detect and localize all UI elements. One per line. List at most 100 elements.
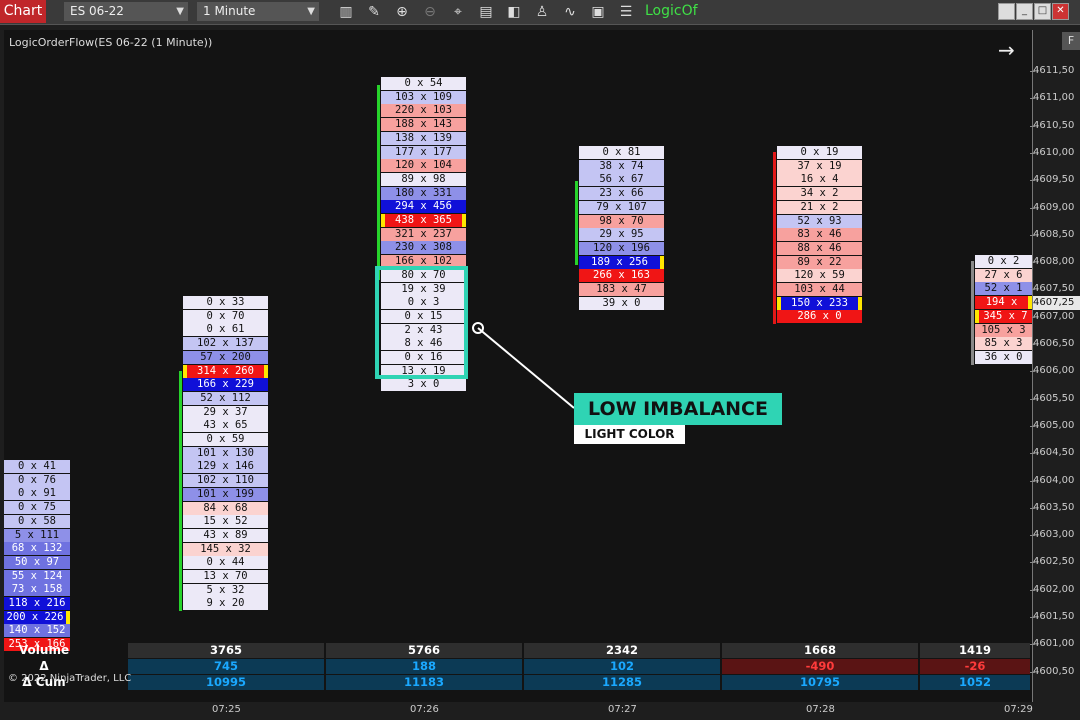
chevron-down-icon: ▼ bbox=[307, 6, 315, 17]
footprint-cell: 43 x 65 bbox=[183, 419, 268, 433]
footprint-cell: 183 x 47 bbox=[579, 283, 664, 296]
minimize-icon[interactable]: _ bbox=[1016, 3, 1033, 20]
footprint-cell: 145 x 32 bbox=[183, 542, 268, 556]
copyright: © 2022 NinjaTrader, LLC bbox=[8, 673, 132, 684]
footprint-cell: 9 x 20 bbox=[183, 597, 268, 611]
footprint-cell: 73 x 158 bbox=[4, 583, 70, 597]
footprint-cell: 43 x 89 bbox=[183, 528, 268, 542]
bars-icon[interactable]: ▥ bbox=[332, 0, 360, 24]
footprint-cell: 16 x 4 bbox=[777, 173, 862, 187]
footprint-cell: 220 x 103 bbox=[381, 104, 466, 118]
callout-subtitle: LIGHT COLOR bbox=[574, 425, 685, 444]
delta-cell: 102 bbox=[524, 659, 720, 674]
footprint-cell: 101 x 199 bbox=[183, 487, 268, 501]
footprint-cell: 5 x 32 bbox=[183, 583, 268, 597]
price-tick: 4609,50 bbox=[1029, 174, 1075, 186]
zoom-out-icon[interactable]: ⊖ bbox=[416, 0, 444, 24]
footprint-cell: 101 x 130 bbox=[183, 446, 268, 460]
footprint-cell: 286 x 0 bbox=[777, 310, 862, 324]
price-tick: 4606,00 bbox=[1029, 365, 1075, 377]
footprint-cell: 56 x 67 bbox=[579, 173, 664, 187]
chart-trader-icon[interactable]: ▣ bbox=[584, 0, 612, 24]
footprint-cell: 194 x bbox=[975, 296, 1032, 310]
footprint-cell: 21 x 2 bbox=[777, 200, 862, 214]
price-tick: 4602,50 bbox=[1029, 556, 1075, 568]
instrument-selector[interactable]: ES 06-22 ▼ bbox=[64, 2, 188, 21]
footprint-cell: 102 x 137 bbox=[183, 337, 268, 351]
footprint-cell: 15 x 52 bbox=[183, 515, 268, 529]
zoom-in-icon[interactable]: ⊕ bbox=[388, 0, 416, 24]
footprint-cell: 314 x 260 bbox=[183, 364, 268, 378]
brand-label: LogicOf bbox=[645, 3, 698, 19]
volume-cell: 1668 bbox=[722, 643, 918, 658]
delta-bar bbox=[377, 85, 380, 281]
properties-icon[interactable]: ▤ bbox=[472, 0, 500, 24]
footprint-cell: 200 x 226 bbox=[4, 610, 70, 624]
instrument-label: ES 06-22 bbox=[70, 4, 124, 18]
delta_cum-cell: 11285 bbox=[524, 675, 720, 690]
footprint-cell: 3 x 0 bbox=[381, 378, 466, 392]
price-tick: 4608,00 bbox=[1029, 256, 1075, 268]
price-tick: 4607,00 bbox=[1029, 310, 1075, 322]
price-tick: 4610,00 bbox=[1029, 146, 1075, 158]
footprint-cell: 85 x 3 bbox=[975, 337, 1032, 351]
delta-cell: 188 bbox=[326, 659, 522, 674]
time-label: 07:25 bbox=[212, 704, 241, 715]
delta_cum-cell: 10995 bbox=[128, 675, 324, 690]
footprint-cell: 189 x 256 bbox=[579, 255, 664, 269]
footprint-cell: 230 x 308 bbox=[381, 241, 466, 255]
crosshair-icon[interactable]: ⌖ bbox=[444, 0, 472, 24]
footprint-cell: 0 x 54 bbox=[381, 77, 466, 90]
footprint-cell: 0 x 41 bbox=[4, 460, 70, 473]
delta_cum-cell: 1052 bbox=[920, 675, 1030, 690]
footprint-cell: 0 x 19 bbox=[777, 146, 862, 159]
time-label: 07:27 bbox=[608, 704, 637, 715]
data-box-icon[interactable]: ☰ bbox=[612, 0, 640, 24]
footprint-cell: 52 x 112 bbox=[183, 391, 268, 405]
footprint-cell: 89 x 98 bbox=[381, 172, 466, 186]
price-tick: 4610,50 bbox=[1029, 119, 1075, 131]
delta-bar bbox=[575, 181, 578, 266]
footprint-cell: 37 x 19 bbox=[777, 159, 862, 173]
window-menu-icon[interactable] bbox=[998, 3, 1015, 20]
footprint-cell: 129 x 146 bbox=[183, 460, 268, 474]
footprint-cell: 29 x 95 bbox=[579, 228, 664, 242]
arrow-right-icon[interactable]: → bbox=[998, 38, 1015, 62]
delta-bar bbox=[179, 371, 182, 612]
footprint-cell: 38 x 74 bbox=[579, 159, 664, 173]
footprint-cell: 89 x 22 bbox=[777, 255, 862, 269]
price-tick: 4604,50 bbox=[1029, 447, 1075, 459]
price-tick: 4605,00 bbox=[1029, 419, 1075, 431]
footprint-cell: 36 x 0 bbox=[975, 350, 1032, 364]
time-label: 07:26 bbox=[410, 704, 439, 715]
price-tick: 4611,00 bbox=[1029, 92, 1075, 104]
footprint-cell: 321 x 237 bbox=[381, 227, 466, 241]
footprint-cell: 13 x 70 bbox=[183, 570, 268, 583]
strategies-icon[interactable]: ♙ bbox=[528, 0, 556, 24]
price-tick: 4603,00 bbox=[1029, 529, 1075, 541]
footprint-cell: 294 x 456 bbox=[381, 200, 466, 214]
footprint-cell: 188 x 143 bbox=[381, 118, 466, 132]
chart-panel[interactable] bbox=[4, 30, 1032, 702]
footprint-cell: 120 x 196 bbox=[579, 241, 664, 255]
footprint-cell: 166 x 229 bbox=[183, 378, 268, 392]
f-button[interactable]: F bbox=[1062, 32, 1080, 50]
timeframe-selector[interactable]: 1 Minute ▼ bbox=[197, 2, 319, 21]
price-tick: 4601,00 bbox=[1029, 638, 1075, 650]
current-price-tag: 4607,25 bbox=[1033, 296, 1080, 310]
close-icon[interactable]: ✕ bbox=[1052, 3, 1069, 20]
templates-icon[interactable]: ◧ bbox=[500, 0, 528, 24]
indicators-icon[interactable]: ∿ bbox=[556, 0, 584, 24]
maximize-icon[interactable]: □ bbox=[1034, 3, 1051, 20]
footprint-cell: 88 x 46 bbox=[777, 241, 862, 255]
volume-cell: 3765 bbox=[128, 643, 324, 658]
chart-tab[interactable]: Chart bbox=[0, 0, 46, 23]
price-tick: 4604,00 bbox=[1029, 474, 1075, 486]
footprint-cell: 0 x 75 bbox=[4, 501, 70, 515]
footprint-cell: 5 x 111 bbox=[4, 528, 70, 542]
footprint-cell: 0 x 61 bbox=[183, 323, 268, 337]
footprint-cell: 266 x 163 bbox=[579, 269, 664, 283]
price-tick: 4609,00 bbox=[1029, 201, 1075, 213]
pencil-icon[interactable]: ✎ bbox=[360, 0, 388, 24]
footprint-cell: 120 x 104 bbox=[381, 159, 466, 173]
